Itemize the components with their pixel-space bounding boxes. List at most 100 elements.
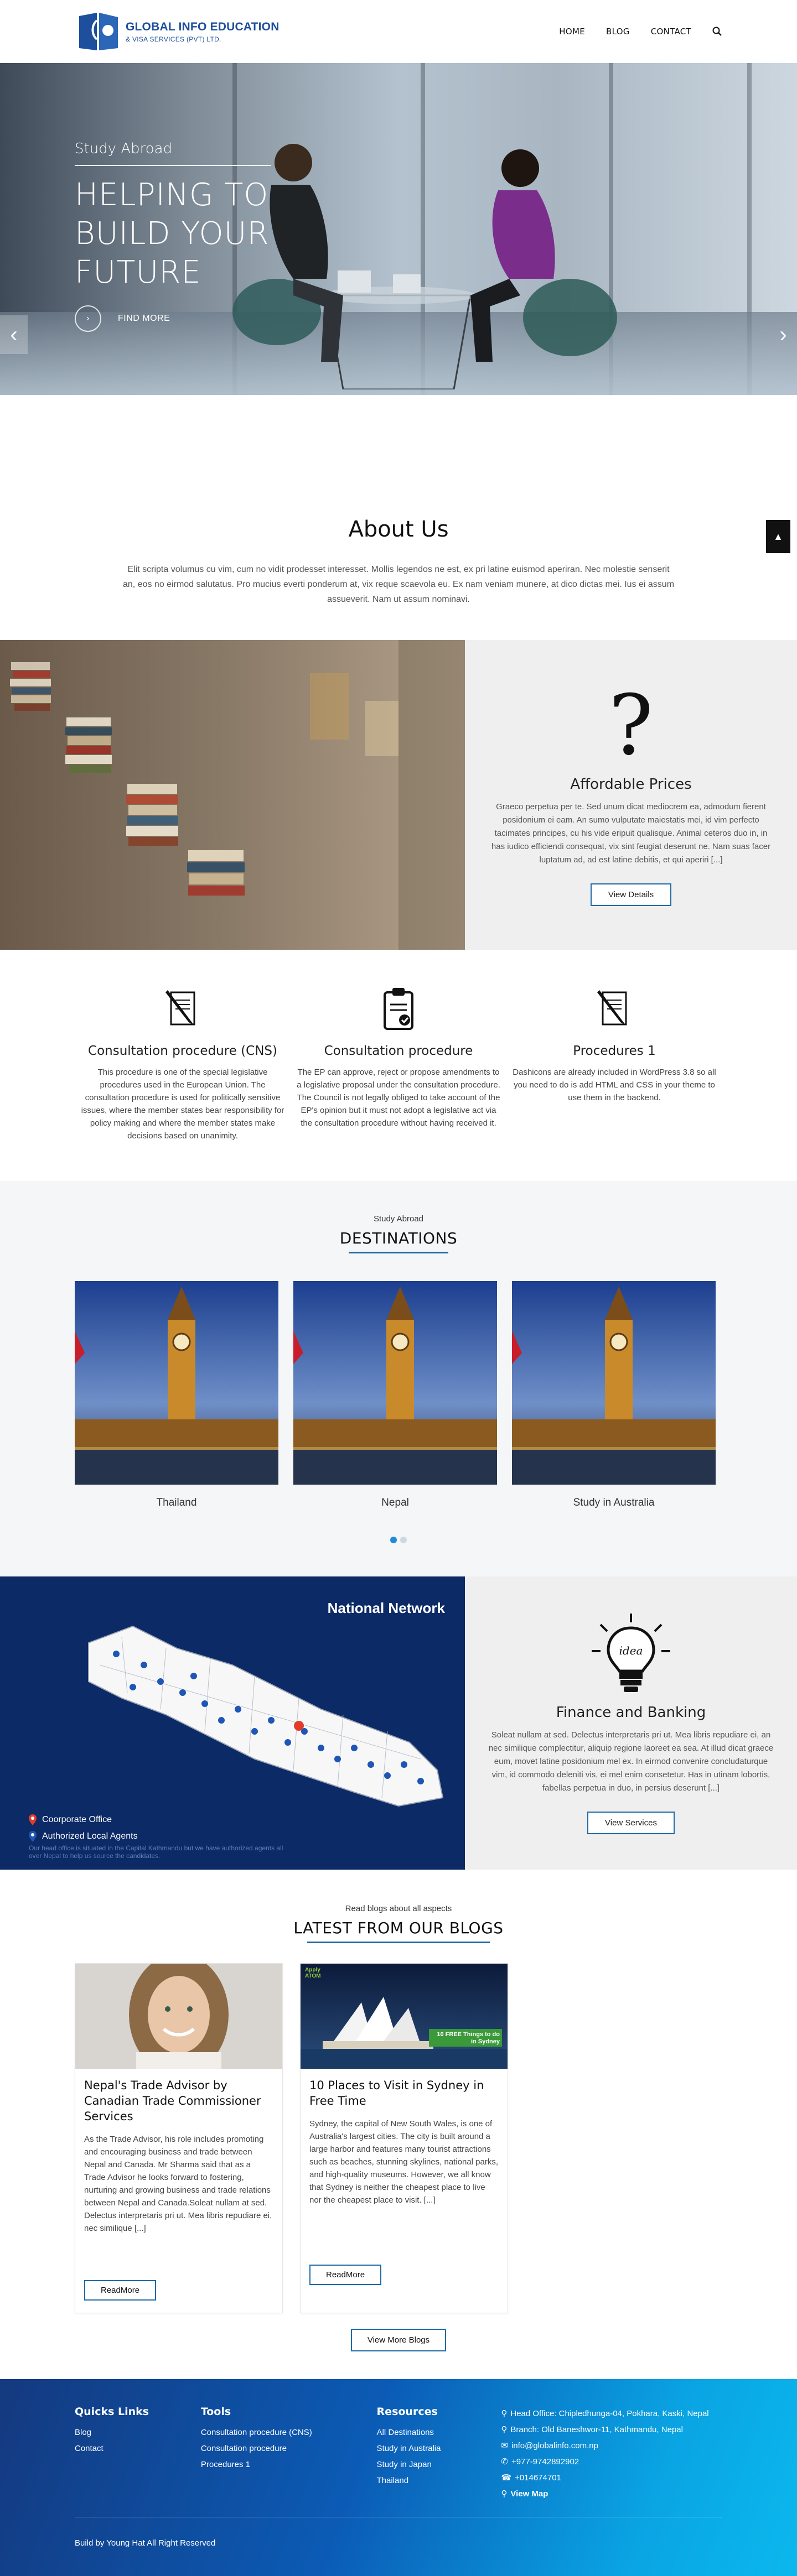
footer-link-resource[interactable]: Study in Australia [377, 2440, 501, 2457]
hero-heading: HELPING TO BUILD YOUR FUTURE [75, 176, 271, 292]
legend-office-label: Coorporate Office [42, 1815, 112, 1824]
footer-copyright: Build by Young Hat All Right Reserved [75, 2538, 216, 2548]
blog-card: Apply ATOM 10 FREE Things to do in Sydne… [300, 1963, 508, 2313]
destination-label: Nepal [381, 1497, 409, 1508]
big-ben-photo [512, 1281, 716, 1485]
footer-phone-landline[interactable]: ☎ +014674701 [501, 2470, 722, 2486]
procedure-card: Procedures 1 Dashicons are already inclu… [506, 984, 722, 1142]
procedure-text: This procedure is one of the special leg… [81, 1068, 284, 1141]
destination-card[interactable]: Study in Australia [512, 1281, 716, 1509]
blog-title[interactable]: Nepal's Trade Advisor by Canadian Trade … [84, 2078, 273, 2124]
map-marker-icon: ⚲ [501, 2489, 508, 2499]
footer-view-map[interactable]: ⚲ View Map [501, 2486, 722, 2502]
footer-link-tool[interactable]: Procedures 1 [201, 2457, 377, 2473]
destinations-underline [349, 1252, 448, 1253]
finance-banking-panel: idea Finance and Banking Soleat nullam a… [465, 1576, 797, 1870]
read-more-button[interactable]: ReadMore [84, 2280, 157, 2301]
carousel-dot[interactable] [400, 1537, 407, 1543]
logo-title: GLOBAL INFO EDUCATION [126, 20, 280, 33]
map-marker-icon: ⚲ [501, 2425, 508, 2434]
procedure-text: Dashicons are already included in WordPr… [513, 1068, 716, 1102]
blog-excerpt: As the Trade Advisor, his role includes … [84, 2135, 272, 2233]
footer-link-contact[interactable]: Contact [75, 2440, 201, 2457]
footer-tools-title: Tools [200, 2406, 231, 2418]
legend-agents: Authorized Local Agents [29, 1831, 138, 1842]
footer-link-tool[interactable]: Consultation procedure (CNS) [201, 2424, 377, 2440]
footer-email[interactable]: ✉ info@globalinfo.com.np [501, 2438, 722, 2454]
footer-link-tool[interactable]: Consultation procedure [201, 2440, 377, 2457]
phone-icon: ☎ [501, 2473, 512, 2483]
hero-heading-line1: HELPING TO [75, 177, 269, 213]
destination-card[interactable]: Thailand [75, 1281, 278, 1509]
logo-book-icon [79, 13, 118, 50]
head-office-text: Head Office: Chipledhunga-04, Pokhara, K… [510, 2409, 709, 2418]
blog-card: Nepal's Trade Advisor by Canadian Trade … [75, 1963, 283, 2313]
procedures-section: Consultation procedure (CNS) This proced… [0, 950, 797, 1181]
site-logo[interactable]: GLOBAL INFO EDUCATION & VISA SERVICES (P… [75, 9, 280, 54]
footer-resources: Resources All Destinations Study in Aust… [377, 2406, 501, 2502]
footer-contact: ⚲ Head Office: Chipledhunga-04, Pokhara, … [501, 2406, 722, 2502]
view-details-button[interactable]: View Details [590, 883, 672, 906]
blogs-eyebrow: Read blogs about all aspects [345, 1904, 452, 1913]
read-more-button[interactable]: ReadMore [309, 2265, 382, 2285]
destinations-carousel: Thailand Nepal Study in Australia [75, 1281, 722, 1509]
hero-eyebrow: Study Abroad [75, 140, 173, 157]
view-services-button[interactable]: View Services [587, 1811, 675, 1834]
hero-caption: Study Abroad HELPING TO BUILD YOUR FUTUR… [75, 140, 271, 332]
procedure-card: Consultation procedure The EP can approv… [291, 984, 506, 1142]
destination-card[interactable]: Nepal [293, 1281, 497, 1509]
envelope-icon: ✉ [501, 2441, 508, 2450]
blogs-title: LATEST FROM OUR BLOGS [293, 1919, 504, 1937]
view-map-text: View Map [510, 2489, 548, 2499]
affordable-prices-text: Graeco perpetua per te. Sed unum dicat m… [491, 802, 771, 865]
big-ben-photo [75, 1281, 278, 1485]
view-more-blogs-button[interactable]: View More Blogs [350, 2329, 447, 2351]
footer-link-resource[interactable]: All Destinations [377, 2424, 501, 2440]
phone-icon: ✆ [501, 2457, 508, 2466]
carousel-dots [0, 1537, 797, 1543]
document-pen-icon [165, 990, 195, 1026]
blog-title[interactable]: 10 Places to Visit in Sydney in Free Tim… [309, 2078, 499, 2109]
site-footer: Quicks Links Blog Contact Tools Consulta… [0, 2379, 797, 2576]
finance-banking-title: Finance and Banking [556, 1704, 706, 1721]
procedure-card: Consultation procedure (CNS) This proced… [75, 984, 291, 1142]
logo-subtitle: & VISA SERVICES (PVT) LTD. [126, 35, 221, 43]
phone-landline-text: +014674701 [515, 2473, 561, 2483]
footer-phone-mobile[interactable]: ✆ +977-9742892902 [501, 2454, 722, 2470]
books-photo [0, 640, 465, 950]
legend-office: Coorporate Office [29, 1814, 138, 1825]
blog-list: Nepal's Trade Advisor by Canadian Trade … [75, 1963, 722, 2313]
site-header: GLOBAL INFO EDUCATION & VISA SERVICES (P… [0, 0, 797, 63]
main-nav: HOME BLOG CONTACT [559, 27, 722, 37]
find-more-link[interactable]: › FIND MORE [75, 305, 271, 332]
search-icon[interactable] [712, 27, 722, 37]
map-pin-blue-icon [29, 1831, 37, 1842]
map-marker-icon: ⚲ [501, 2409, 508, 2418]
arrow-right-icon: › [75, 305, 101, 332]
find-more-label: FIND MORE [118, 314, 170, 323]
map-title: National Network [327, 1600, 445, 1616]
scroll-to-top-icon[interactable]: ▲ [766, 520, 790, 553]
procedure-title: Consultation procedure [324, 1044, 473, 1058]
destinations-section: Study Abroad DESTINATIONS Thailand Nepal… [0, 1181, 797, 1576]
footer-link-resource[interactable]: Study in Japan [377, 2457, 501, 2473]
question-mark-icon: ? [608, 677, 654, 774]
slider-next-arrow-icon[interactable]: › [769, 315, 797, 354]
footer-link-resource[interactable]: Thailand [377, 2473, 501, 2489]
nepal-network-map: National Network Coorporate Office Autho… [0, 1576, 465, 1870]
destinations-title: DESTINATIONS [339, 1229, 458, 1247]
sydney-image-tag: Apply ATOM [305, 1967, 321, 1979]
footer-resources-title: Resources [376, 2406, 438, 2418]
footer-head-office: ⚲ Head Office: Chipledhunga-04, Pokhara, … [501, 2406, 722, 2422]
slider-prev-arrow-icon[interactable]: ‹ [0, 315, 28, 354]
nav-contact[interactable]: CONTACT [651, 27, 691, 37]
phone-mobile-text: +977-9742892902 [511, 2457, 579, 2466]
nav-home[interactable]: HOME [559, 27, 585, 37]
email-text: info@globalinfo.com.np [511, 2441, 598, 2450]
carousel-dot-active[interactable] [390, 1537, 397, 1543]
nav-blog[interactable]: BLOG [606, 27, 630, 37]
footer-link-blog[interactable]: Blog [75, 2424, 201, 2440]
legend-agents-label: Authorized Local Agents [42, 1831, 138, 1841]
hero-heading-line2: BUILD YOUR [75, 216, 270, 252]
idea-bulb-icon: idea [592, 1613, 670, 1692]
